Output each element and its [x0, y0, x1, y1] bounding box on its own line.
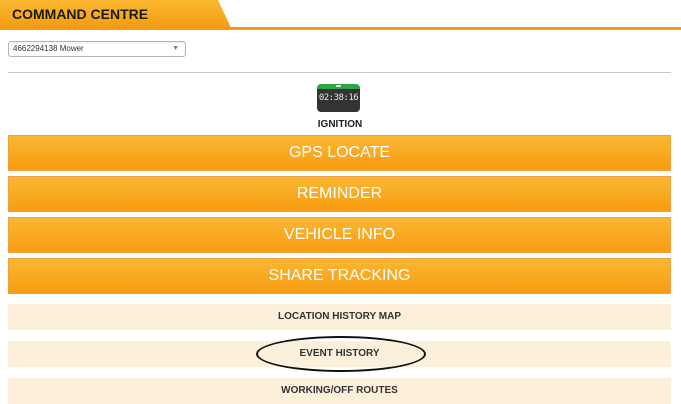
- ignition-label: IGNITION: [317, 119, 363, 130]
- share-tracking-button[interactable]: SHARE TRACKING: [8, 258, 671, 294]
- ignition-time: 02:38:16: [318, 93, 359, 103]
- gps-locate-button[interactable]: GPS LOCATE: [8, 135, 671, 171]
- vehicle-info-button[interactable]: VEHICLE INFO: [8, 217, 671, 253]
- working-off-routes-link[interactable]: WORKING/OFF ROUTES: [8, 378, 671, 404]
- page-title: COMMAND CENTRE: [12, 6, 149, 22]
- vehicle-select[interactable]: 4662294138 Mower ▼: [8, 41, 186, 57]
- divider: [8, 72, 671, 73]
- header-underline: [0, 27, 681, 30]
- location-history-map-link[interactable]: LOCATION HISTORY MAP: [8, 304, 671, 330]
- vehicle-select-value: 4662294138 Mower: [13, 44, 84, 53]
- highlight-circle: [256, 336, 426, 372]
- ignition-indicator-icon: [336, 85, 341, 87]
- ignition-icon[interactable]: 02:38:16: [317, 84, 360, 112]
- chevron-down-icon: ▼: [172, 45, 179, 52]
- reminder-button[interactable]: REMINDER: [8, 176, 671, 212]
